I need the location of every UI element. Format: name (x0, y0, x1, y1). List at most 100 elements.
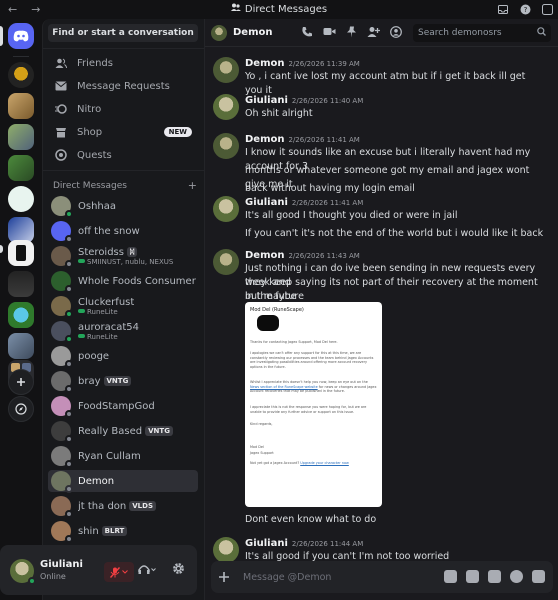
message-text: If you can't it's not the end of the wor… (245, 228, 544, 239)
dm-name: bray VNTG (78, 376, 132, 387)
emoji-icon[interactable] (510, 570, 523, 583)
nav-message-requests[interactable]: Message Requests (48, 76, 198, 96)
inbox-icon[interactable] (496, 2, 510, 16)
message-input[interactable]: Message @Demon (243, 572, 331, 583)
nav-nitro[interactable]: Nitro (48, 99, 198, 119)
avatar[interactable] (10, 559, 36, 585)
nav-quests[interactable]: Quests (48, 145, 198, 165)
message-author[interactable]: Demon (245, 134, 285, 145)
message-avatar[interactable] (213, 94, 239, 120)
message-avatar[interactable] (213, 196, 239, 222)
sidebar-divider (43, 48, 205, 49)
home-button[interactable] (8, 23, 34, 49)
dm-people-icon (230, 3, 241, 15)
attachment-paragraph: I apologies we can't offer any support f… (250, 351, 374, 369)
envelope-icon (54, 79, 68, 93)
find-conversation-button[interactable]: Find or start a conversation (48, 24, 198, 42)
user-profile-icon[interactable] (390, 26, 402, 41)
dm-item[interactable]: shin BLRT (48, 520, 198, 543)
friends-icon (54, 56, 68, 70)
dm-item[interactable]: Steroidss ᛞ SMIINUST, nublu, NEXUS (48, 245, 198, 268)
dm-item[interactable]: Demon (48, 470, 198, 493)
dm-item[interactable]: Really Based VNTG (48, 420, 198, 443)
nav-friends[interactable]: Friends (48, 53, 198, 73)
message-author[interactable]: Demon (245, 250, 285, 261)
message-author[interactable]: Demon (245, 58, 285, 69)
sticker-icon[interactable] (488, 570, 501, 583)
dm-item[interactable]: bray VNTG (48, 370, 198, 393)
dm-activity: RuneLite (78, 308, 134, 316)
help-icon[interactable]: ? (518, 2, 532, 16)
settings-button[interactable] (172, 562, 185, 579)
dm-name: jt tha don VLDS (78, 501, 156, 512)
message-text: It's all good I thought you died or were… (245, 210, 458, 221)
message-avatar[interactable] (213, 249, 239, 275)
dm-item[interactable]: off the snow (48, 220, 198, 243)
new-badge: NEW (163, 127, 192, 137)
avatar (51, 471, 73, 493)
dm-item[interactable]: auroracat54 RuneLite (48, 320, 198, 343)
message-author[interactable]: Giuliani (245, 538, 288, 549)
discover-button[interactable] (8, 396, 34, 422)
recipient-avatar[interactable] (211, 24, 227, 41)
avatar (51, 446, 73, 468)
message-timestamp: 2/26/2026 11:41 AM (288, 136, 360, 144)
add-server-button[interactable] (8, 369, 34, 395)
nav-shop[interactable]: Shop NEW (48, 122, 198, 142)
add-friends-to-dm-icon[interactable] (367, 26, 380, 41)
message-avatar[interactable] (213, 57, 239, 83)
server-icon-chest[interactable] (8, 93, 34, 119)
message-avatar[interactable] (213, 133, 239, 159)
username: Giuliani (40, 559, 83, 570)
message-author[interactable]: Giuliani (245, 197, 288, 208)
window-title: Direct Messages (0, 3, 558, 15)
attachment-link[interactable]: Upgrade your character now (300, 461, 349, 465)
gift-icon[interactable] (444, 570, 457, 583)
server-icon-globe[interactable] (8, 302, 34, 328)
dm-item[interactable]: jt tha don VLDS (48, 495, 198, 518)
deafen-button[interactable] (138, 564, 156, 578)
server-icon-knight[interactable] (8, 333, 34, 359)
video-call-icon[interactable] (323, 26, 336, 41)
dm-item[interactable]: Whole Foods Consumer … (48, 270, 198, 293)
guild-tag-badge: BLRT (101, 526, 128, 536)
apps-icon[interactable] (532, 570, 545, 583)
server-icon-scene[interactable] (8, 124, 34, 150)
gear-icon (173, 563, 184, 574)
activity-icon (78, 333, 85, 341)
message-avatar[interactable] (213, 537, 239, 563)
message-timestamp: 2/26/2026 11:44 AM (291, 540, 364, 548)
dm-item[interactable]: pooge (48, 345, 198, 368)
avatar (51, 371, 73, 393)
recipient-name[interactable]: Demon (233, 27, 273, 38)
server-icon-dark[interactable] (8, 271, 34, 297)
message-composer[interactable]: Message @Demon (211, 561, 553, 593)
server-icon-green[interactable] (8, 155, 34, 181)
pin-icon[interactable] (346, 26, 357, 41)
search-input[interactable]: Search demonosrs (413, 24, 551, 42)
dm-item[interactable]: Oshhaa (48, 195, 198, 218)
server-icon-card[interactable] (8, 240, 34, 266)
mute-button[interactable] (104, 562, 134, 582)
upload-button[interactable] (211, 568, 237, 587)
headphones-icon (138, 565, 156, 574)
create-dm-button[interactable]: + (188, 180, 197, 191)
dm-item[interactable]: Cluckerfust RuneLite (48, 295, 198, 318)
server-icon-helmet[interactable] (8, 62, 34, 88)
dm-item[interactable]: Ryan Cullam (48, 445, 198, 468)
microphone-muted-icon (110, 566, 120, 578)
dm-item[interactable]: FoodStampGod (48, 395, 198, 418)
voice-call-icon[interactable] (301, 26, 313, 41)
dm-name: shin BLRT (78, 526, 128, 537)
message-author[interactable]: Giuliani (245, 95, 288, 106)
status-dot (65, 485, 73, 493)
status-dot (65, 410, 73, 418)
dm-name: off the snow (78, 225, 140, 237)
attachment-link[interactable]: News section of the RuneScape website (250, 385, 318, 389)
server-icon-ghost[interactable] (8, 186, 34, 212)
window-controls-icon[interactable] (540, 2, 554, 16)
status-dot (65, 510, 73, 518)
gif-icon[interactable] (466, 570, 479, 583)
email-screenshot-attachment[interactable]: Mod Del (RuneScape) Thanks for contactin… (245, 302, 382, 507)
server-rail (0, 19, 42, 600)
